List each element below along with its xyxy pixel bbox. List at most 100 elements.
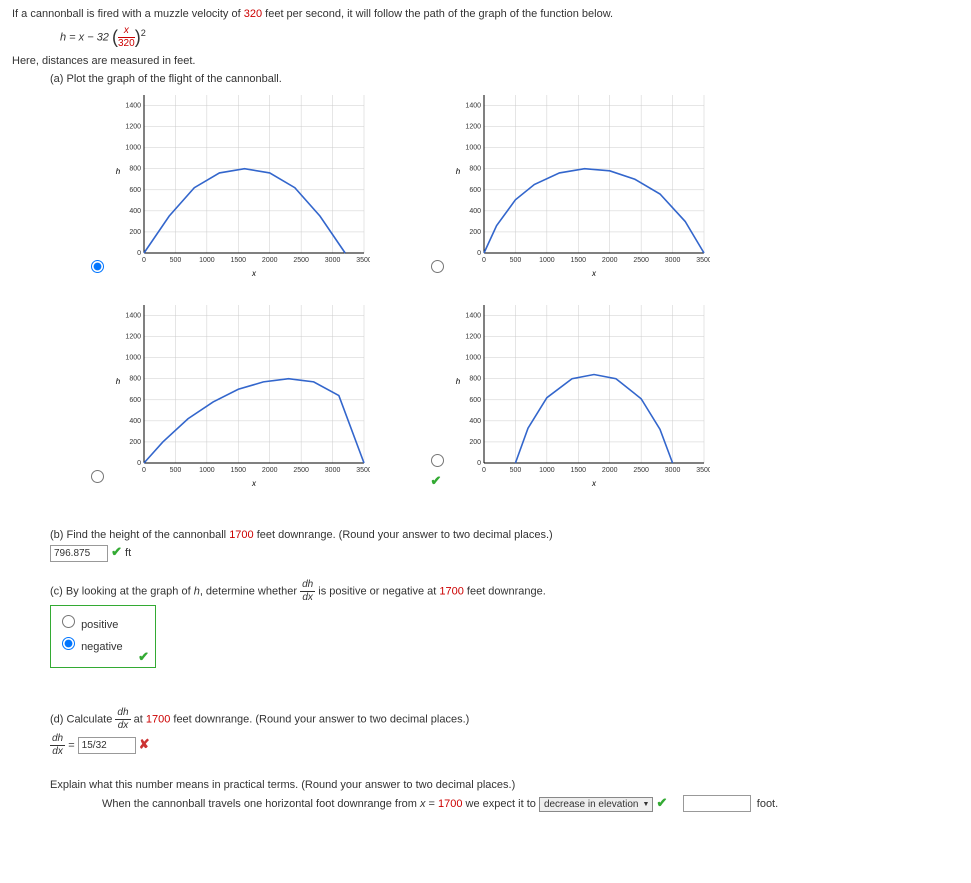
explain-unit: foot. [757, 798, 778, 810]
svg-text:1000: 1000 [125, 145, 141, 152]
part-d-text-2: at [134, 713, 146, 725]
svg-text:1000: 1000 [539, 467, 555, 474]
sign-radio-group: positive negative ✔ [50, 605, 156, 668]
part-c-derivative: dh dx [300, 580, 315, 603]
explain-eq: = [425, 798, 438, 810]
svg-text:1400: 1400 [465, 313, 481, 320]
svg-text:0: 0 [477, 460, 481, 467]
check-icon: ✔ [431, 473, 442, 489]
intro-text-1: If a cannonball is fired with a muzzle v… [12, 8, 244, 20]
svg-text:2500: 2500 [293, 467, 309, 474]
fraction-denominator: 320 [118, 38, 135, 49]
svg-text:1500: 1500 [570, 257, 586, 264]
svg-text:400: 400 [469, 208, 481, 215]
svg-text:2000: 2000 [262, 257, 278, 264]
part-c-dden: dx [300, 592, 315, 603]
svg-text:3500: 3500 [696, 467, 710, 474]
svg-text:2500: 2500 [633, 467, 649, 474]
graph-radio-2[interactable] [431, 260, 444, 273]
part-b-prompt: (b) Find the height of the cannonball 17… [50, 529, 959, 541]
svg-text:1200: 1200 [125, 334, 141, 341]
svg-text:0: 0 [137, 250, 141, 257]
part-b-text-2: feet downrange. (Round your answer to tw… [254, 529, 553, 541]
svg-text:0: 0 [137, 460, 141, 467]
svg-text:1000: 1000 [465, 145, 481, 152]
graph-plot-2: 0500100015002000250030003500020040060080… [450, 89, 710, 279]
part-c-options: positive negative ✔ [50, 603, 959, 668]
part-c-text-3: is positive or negative at [318, 585, 439, 597]
explain-sentence: When the cannonball travels one horizont… [102, 795, 959, 813]
svg-text:500: 500 [510, 257, 522, 264]
svg-text:h: h [116, 167, 121, 176]
svg-text:1000: 1000 [465, 355, 481, 362]
svg-text:400: 400 [469, 418, 481, 425]
part-d-derivative: dh dx [115, 708, 130, 731]
svg-text:3000: 3000 [325, 257, 341, 264]
svg-text:1500: 1500 [570, 467, 586, 474]
svg-text:3500: 3500 [696, 257, 710, 264]
explain-text-1: When the cannonball travels one horizont… [102, 798, 420, 810]
part-b-answer-input[interactable]: 796.875 [50, 545, 108, 562]
option-negative[interactable]: negative [57, 634, 147, 653]
svg-text:1200: 1200 [125, 124, 141, 131]
explain-value: 1700 [438, 798, 462, 810]
svg-text:1500: 1500 [230, 257, 246, 264]
svg-text:800: 800 [469, 166, 481, 173]
svg-text:0: 0 [142, 467, 146, 474]
svg-text:200: 200 [129, 439, 141, 446]
graph-radio-4[interactable] [431, 454, 444, 467]
graph-radio-3[interactable] [91, 470, 104, 483]
svg-text:400: 400 [129, 208, 141, 215]
part-d-dden: dx [115, 720, 130, 731]
svg-text:h: h [456, 377, 461, 386]
question-intro: If a cannonball is fired with a muzzle v… [12, 8, 959, 20]
graph-option-2: 0500100015002000250030003500020040060080… [422, 89, 762, 279]
equation-fraction: x 320 [118, 26, 135, 49]
svg-text:0: 0 [482, 257, 486, 264]
svg-text:1400: 1400 [125, 313, 141, 320]
svg-text:1000: 1000 [125, 355, 141, 362]
direction-select[interactable]: decrease in elevation [539, 797, 654, 812]
graph-option-1: 0500100015002000250030003500020040060080… [82, 89, 422, 279]
intro-text-2: feet per second, it will follow the path… [262, 8, 613, 20]
part-b-unit: ft [125, 547, 131, 559]
svg-text:h: h [456, 167, 461, 176]
equals-sign: = [68, 739, 77, 751]
intro-velocity: 320 [244, 8, 262, 20]
part-d-lhs-fraction: dh dx [50, 734, 65, 757]
graph-plot-1: 0500100015002000250030003500020040060080… [110, 89, 370, 279]
graph-radio-1[interactable] [91, 260, 104, 273]
part-d-answer-row: dh dx = 15/32 ✘ [50, 734, 959, 757]
part-c-text-1: (c) By looking at the graph of [50, 585, 194, 597]
svg-text:500: 500 [510, 467, 522, 474]
label-positive: positive [81, 619, 118, 631]
check-icon: ✔ [657, 795, 668, 810]
svg-text:200: 200 [129, 229, 141, 236]
svg-text:1000: 1000 [539, 257, 555, 264]
equation-exponent: 2 [141, 28, 146, 38]
fraction-numerator: x [118, 26, 135, 38]
explain-amount-input[interactable] [683, 795, 751, 812]
radio-negative[interactable] [62, 637, 75, 650]
part-d-text-3: feet downrange. (Round your answer to tw… [170, 713, 469, 725]
option-positive[interactable]: positive [57, 612, 147, 631]
part-c-value: 1700 [439, 585, 463, 597]
part-c-text-4: feet downrange. [464, 585, 546, 597]
svg-text:x: x [251, 479, 257, 488]
svg-text:800: 800 [129, 166, 141, 173]
svg-text:400: 400 [129, 418, 141, 425]
svg-text:3500: 3500 [356, 257, 370, 264]
svg-text:1500: 1500 [230, 467, 246, 474]
svg-text:h: h [116, 377, 121, 386]
units-note: Here, distances are measured in feet. [12, 55, 959, 67]
svg-text:3500: 3500 [356, 467, 370, 474]
part-d-lhs-num: dh [50, 734, 65, 746]
part-a-prompt: (a) Plot the graph of the flight of the … [50, 73, 959, 85]
cross-icon: ✘ [139, 736, 150, 751]
part-d-text-1: (d) Calculate [50, 713, 115, 725]
radio-positive[interactable] [62, 615, 75, 628]
part-d-value: 1700 [146, 713, 170, 725]
svg-text:x: x [591, 269, 597, 278]
part-d-answer-input[interactable]: 15/32 [78, 737, 136, 754]
svg-text:2000: 2000 [602, 257, 618, 264]
